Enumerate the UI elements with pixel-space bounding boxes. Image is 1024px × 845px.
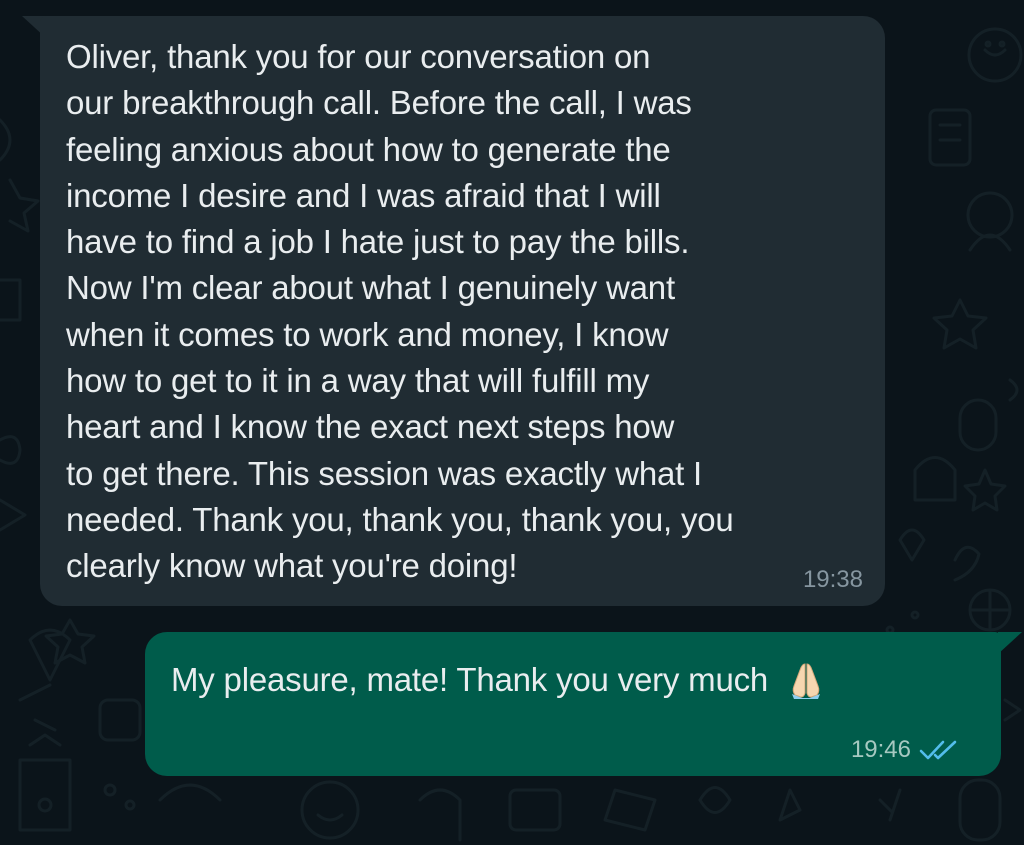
folded-hands-icon [792,663,821,699]
outgoing-message-content: My pleasure, mate! Thank you very much [171,660,826,700]
double-check-read-icon [919,740,957,760]
incoming-message-time: 19:38 [802,566,863,593]
chat-area: Oliver, thank you for our conversation o… [0,0,1024,845]
outgoing-bubble-tail [998,632,1022,654]
outgoing-message-meta: 19:46 [851,736,961,764]
incoming-message-bubble[interactable]: Oliver, thank you for our conversation o… [40,16,885,606]
incoming-message-text: Oliver, thank you for our conversation o… [66,38,734,585]
outgoing-message-time: 19:46 [850,736,911,763]
outgoing-message-bubble[interactable]: My pleasure, mate! Thank you very much 1… [145,632,1001,776]
outgoing-message-text: My pleasure, mate! Thank you very much [171,661,769,698]
